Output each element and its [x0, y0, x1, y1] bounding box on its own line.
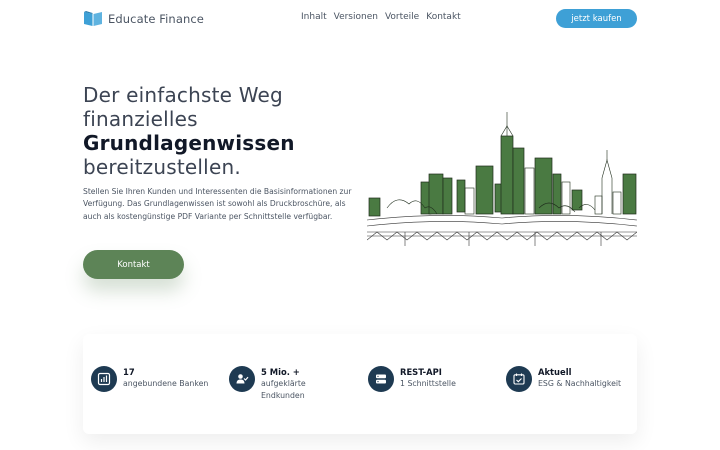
menu-item-versionen[interactable]: Versionen — [334, 12, 378, 22]
buy-now-button[interactable]: jetzt kaufen — [556, 9, 637, 28]
frankfurt-skyline-illustration — [367, 112, 637, 246]
brand-logo[interactable]: Educate Finance — [83, 10, 204, 27]
book-icon — [84, 11, 102, 26]
hero-description: Stellen Sie Ihren Kunden und Interessent… — [83, 187, 352, 221]
stat-value: REST-API — [400, 367, 442, 377]
stat-value: Aktuell — [538, 367, 572, 377]
stat-item-banks: 17 angebundene Banken — [91, 366, 208, 392]
brand-name: Educate Finance — [108, 11, 204, 26]
stat-value: 17 — [123, 367, 135, 377]
stat-label: ESG & Nachhaltigkeit — [538, 379, 622, 388]
menu-item-kontakt[interactable]: Kontakt — [426, 12, 460, 22]
calendar-check-icon — [506, 366, 532, 392]
chart-icon — [91, 366, 117, 392]
main-menu: Inhalt Versionen Vorteile Kontakt — [301, 12, 461, 22]
hero-title-line: Der einfachste Weg — [83, 83, 283, 107]
hero-title-line: finanzielles — [83, 107, 198, 131]
stat-value: 5 Mio. + — [261, 367, 300, 377]
menu-item-vorteile[interactable]: Vorteile — [385, 12, 419, 22]
contact-button[interactable]: Kontakt — [83, 250, 184, 279]
hero-title: Der einfachste Weg finanzielles Grundlag… — [83, 83, 373, 179]
stat-item-esg: Aktuell ESG & Nachhaltigkeit — [506, 366, 621, 392]
menu-item-inhalt[interactable]: Inhalt — [301, 12, 327, 22]
stat-item-api: REST-API 1 Schnittstelle — [368, 366, 456, 392]
stats-panel: 17 angebundene Banken 5 Mio. + aufgeklär… — [83, 334, 637, 434]
hero-title-highlight: Grundlagenwissen — [83, 131, 295, 155]
stat-label: aufgeklärte Endkunden — [261, 379, 306, 400]
hero-title-line: bereitzustellen. — [83, 155, 241, 179]
stat-label: angebundene Banken — [123, 379, 209, 388]
stat-label: 1 Schnittstelle — [400, 379, 456, 388]
top-navigation: Educate Finance Inhalt Versionen Vorteil… — [0, 0, 720, 38]
server-icon — [368, 366, 394, 392]
stat-item-customers: 5 Mio. + aufgeklärte Endkunden — [229, 366, 319, 402]
user-check-icon — [229, 366, 255, 392]
